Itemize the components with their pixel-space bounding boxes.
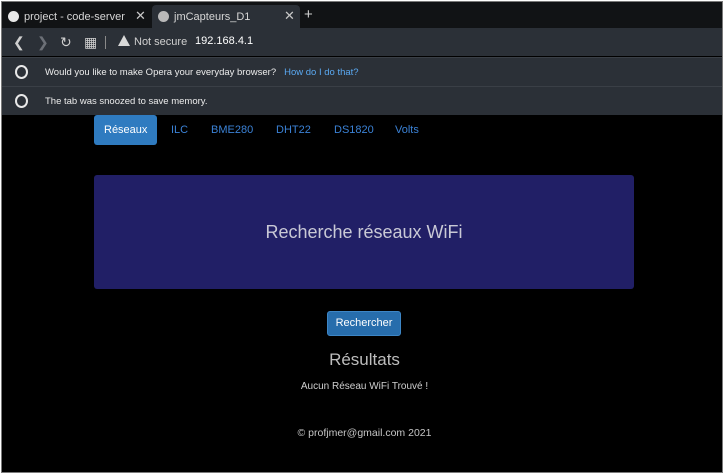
infobar-text: The tab was snoozed to save memory. <box>45 95 208 107</box>
forward-icon[interactable]: ❯ <box>37 34 49 51</box>
tab-strip: project - code-server ✕ jmCapteurs_D1 ✕ … <box>2 2 722 28</box>
divider <box>105 36 106 49</box>
tab-reseaux[interactable]: Réseaux <box>94 115 158 145</box>
close-tab-icon[interactable]: ✕ <box>284 8 295 24</box>
tab-title: project - code-server <box>24 10 125 23</box>
tab-title: jmCapteurs_D1 <box>174 10 251 23</box>
warning-icon[interactable] <box>118 35 130 46</box>
tab-jmcapteurs[interactable]: jmCapteurs_D1 ✕ <box>152 5 300 28</box>
infobar-text: Would you like to make Opera your everyd… <box>45 66 277 78</box>
url-field[interactable]: 192.168.4.1 <box>195 35 253 47</box>
default-browser-infobar: Would you like to make Opera your everyd… <box>2 57 722 86</box>
results-message: Aucun Réseau WiFi Trouvé ! <box>300 381 429 392</box>
tab-ilc[interactable]: ILC <box>171 115 188 145</box>
security-label[interactable]: Not secure <box>134 36 187 48</box>
tab-ds1820[interactable]: DS1820 <box>334 115 374 145</box>
code-server-favicon-icon <box>8 11 19 22</box>
opera-logo-icon <box>15 94 28 108</box>
reload-icon[interactable]: ↻ <box>60 34 72 51</box>
banner-title: Recherche réseaux WiFi <box>265 221 463 242</box>
opera-logo-icon <box>15 65 28 79</box>
tab-code-server[interactable]: project - code-server ✕ <box>8 5 148 28</box>
new-tab-icon[interactable]: + <box>304 6 313 23</box>
close-tab-icon[interactable]: ✕ <box>135 8 146 24</box>
grid-icon[interactable]: ▦ <box>84 34 97 51</box>
globe-favicon-icon <box>158 11 169 22</box>
browser-window: project - code-server ✕ jmCapteurs_D1 ✕ … <box>1 1 723 473</box>
how-to-link[interactable]: How do I do that? <box>284 67 358 78</box>
snoozed-infobar: The tab was snoozed to save memory. <box>2 86 722 115</box>
address-bar: ❮ ❯ ↻ ▦ Not secure 192.168.4.1 <box>2 28 722 56</box>
tab-bme280[interactable]: BME280 <box>211 115 253 145</box>
tab-dht22[interactable]: DHT22 <box>276 115 311 145</box>
back-icon[interactable]: ❮ <box>13 34 25 51</box>
footer-copyright: © profjmer@gmail.com 2021 <box>297 427 432 439</box>
tab-volts[interactable]: Volts <box>395 115 419 145</box>
page-content: Réseaux ILC BME280 DHT22 DS1820 Volts Re… <box>2 115 722 472</box>
results-heading: Résultats <box>329 350 400 369</box>
search-button[interactable]: Rechercher <box>327 311 401 336</box>
wifi-search-banner: Recherche réseaux WiFi <box>94 175 634 289</box>
